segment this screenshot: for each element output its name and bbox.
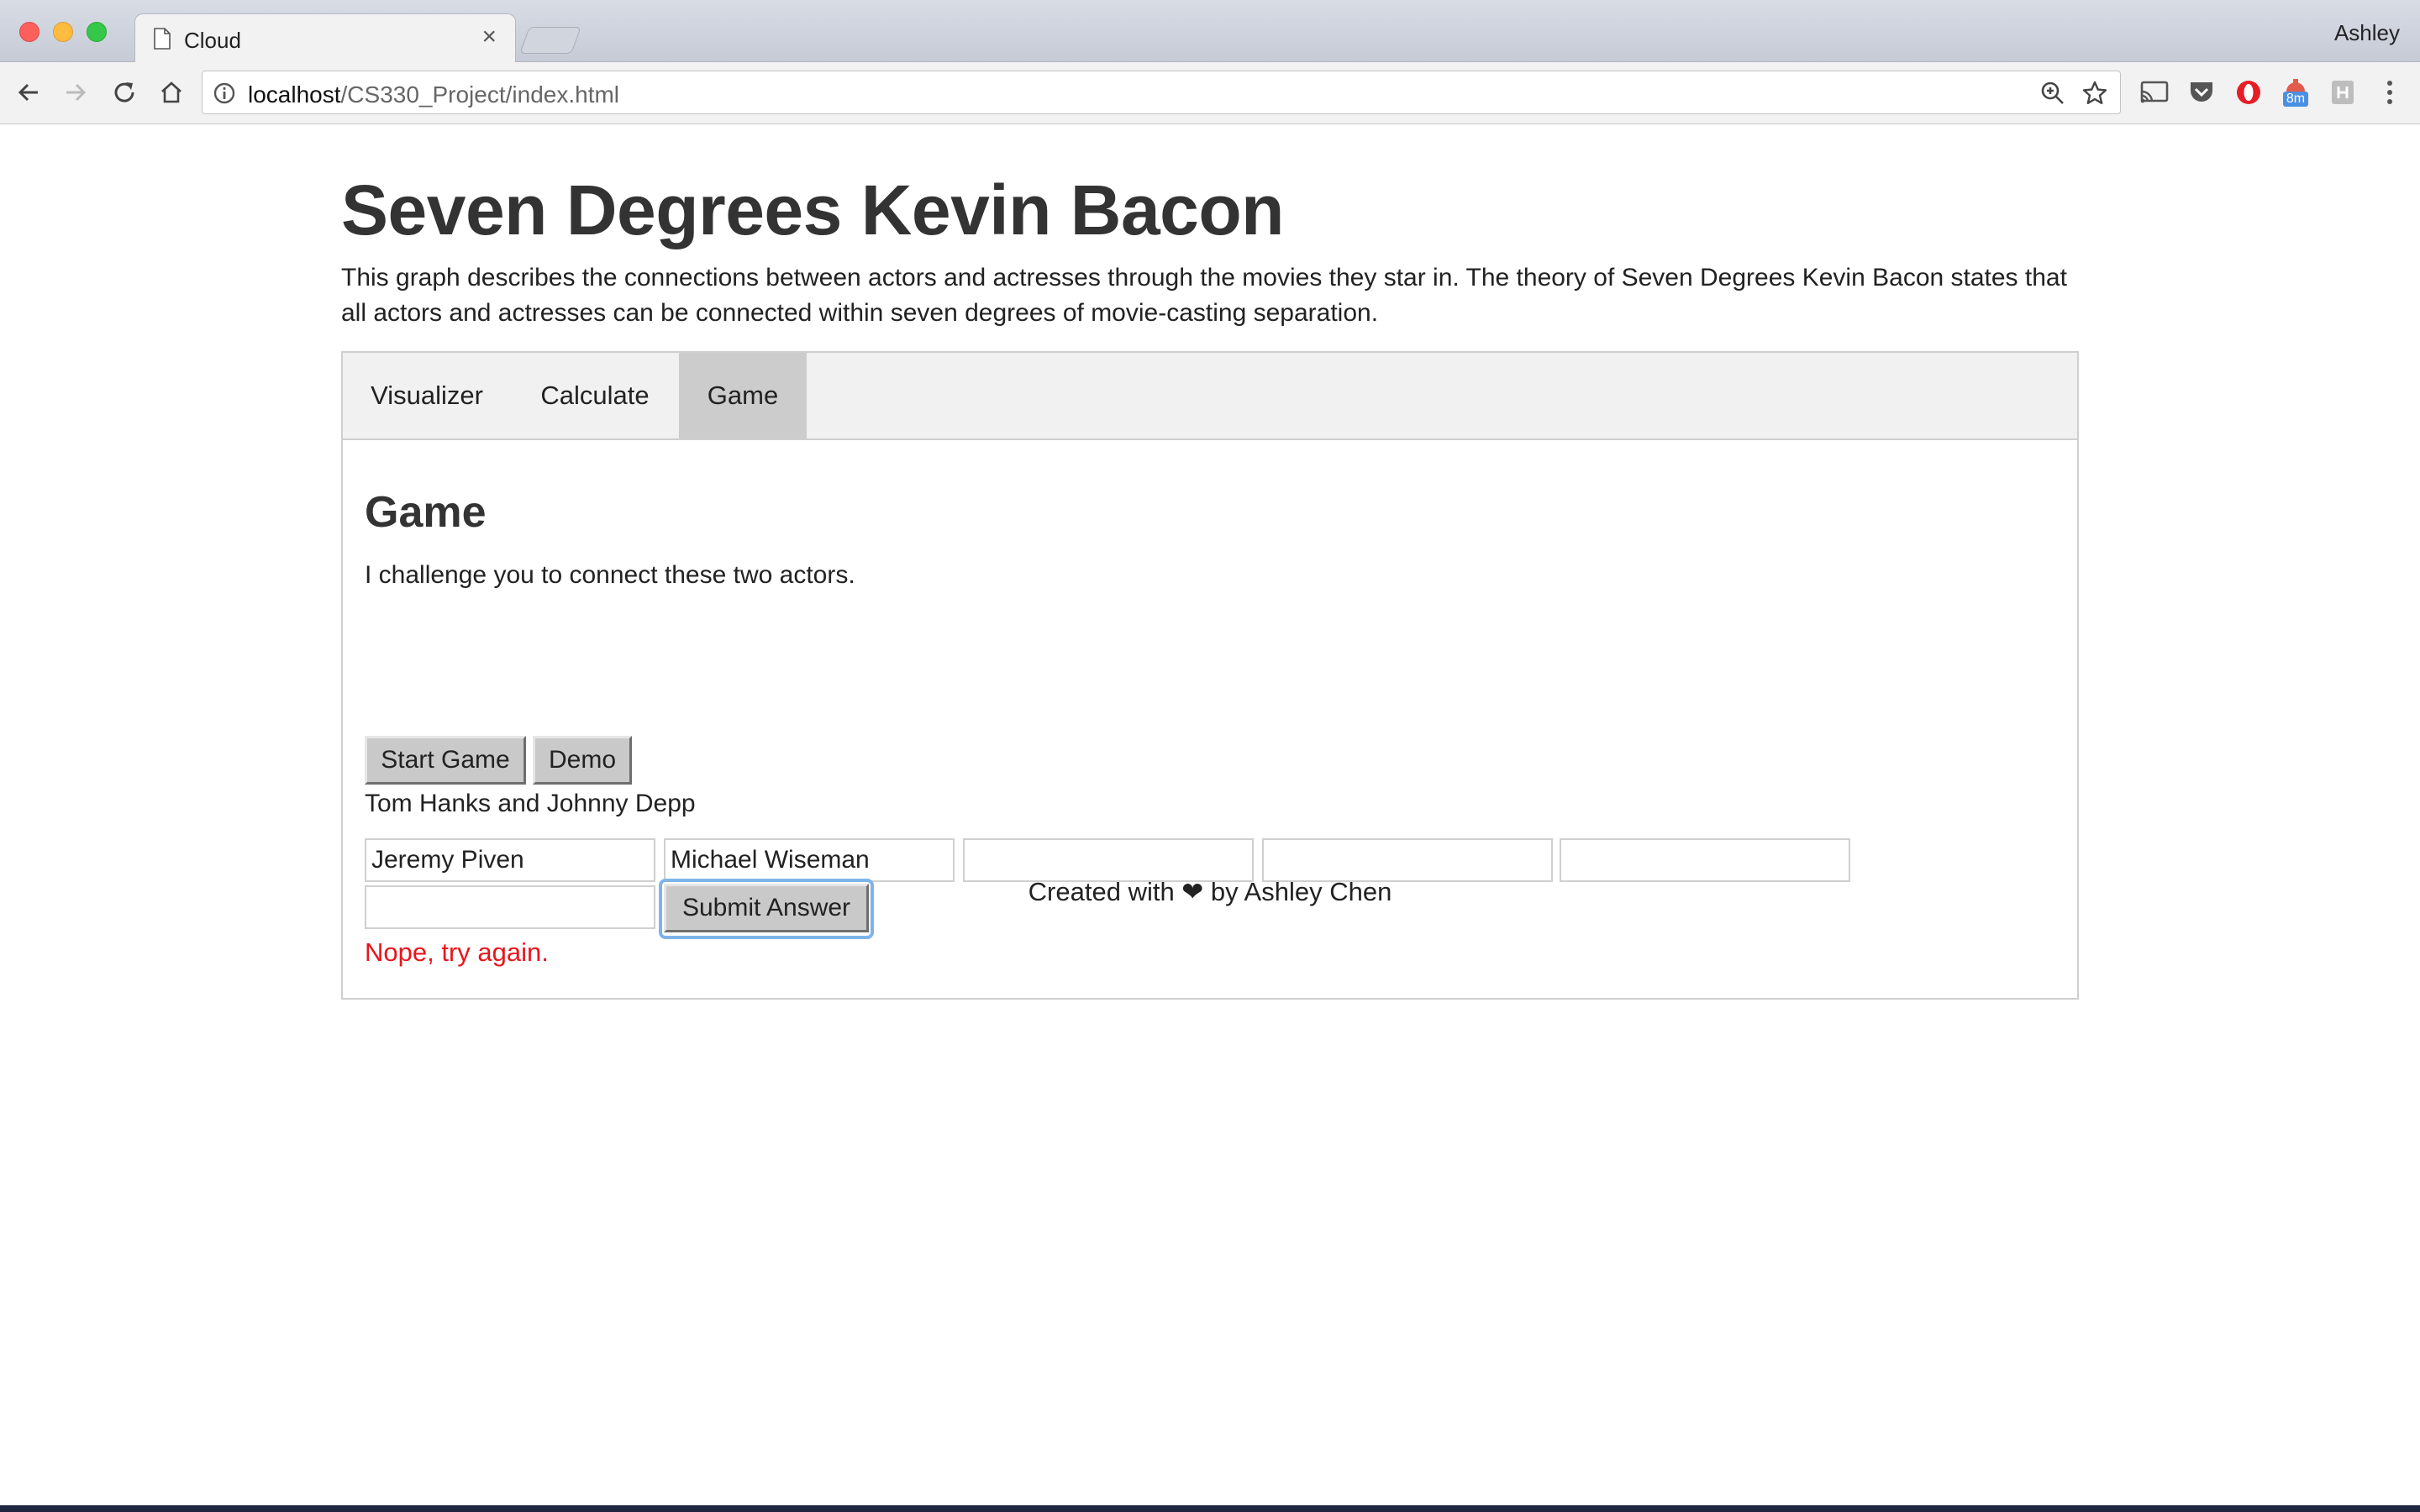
tab-bar: Visualizer Calculate Game [343,353,2077,440]
reload-button[interactable] [108,76,141,109]
footer-credit: Created with ❤ by Ashley Chen [1028,877,1392,906]
extension-icon[interactable] [2328,77,2358,108]
answer-field-5[interactable] [1560,838,1850,882]
browser-toolbar: localhost/CS330_Project/index.html 8m [0,62,2420,124]
timer-extension-icon[interactable]: 8m [2281,77,2311,108]
zoom-window-button[interactable] [87,22,107,42]
answer-field-1[interactable] [365,838,655,882]
url-host: localhost [248,81,341,108]
game-heading: Game [365,488,487,537]
back-arrow-icon [18,83,38,102]
home-icon [161,81,182,103]
reload-icon [114,82,134,102]
browser-window: Cloud × Ashley localhost/CS330_Project/i… [0,0,2420,1505]
page-content: Seven Degrees Kevin Bacon This graph des… [0,124,2420,1505]
zoom-icon[interactable] [2039,80,2066,107]
page-icon [154,28,171,50]
home-button[interactable] [155,76,188,109]
page-title: Seven Degrees Kevin Bacon [341,171,1285,249]
url-text: localhost/CS330_Project/index.html [248,81,619,108]
url-path: /CS330_Project/index.html [340,81,620,108]
tab-close-icon[interactable]: × [481,24,497,50]
tab-strip: Cloud × Ashley [0,0,2420,64]
start-game-button[interactable]: Start Game [365,736,526,785]
menu-dots-icon[interactable] [2375,77,2405,108]
bookmark-star-icon[interactable] [2081,80,2108,107]
info-icon[interactable] [213,81,236,105]
answer-field-3[interactable] [963,838,1254,882]
cast-icon[interactable] [2139,77,2170,108]
address-bar[interactable]: localhost/CS330_Project/index.html [202,71,2121,114]
forward-button[interactable] [59,76,92,109]
browser-tab[interactable]: Cloud × [134,13,516,64]
timer-badge: 8m [2282,92,2309,107]
close-window-button[interactable] [19,22,39,42]
new-tab-button[interactable] [519,27,581,54]
intro-paragraph: This graph describes the connections bet… [341,264,2067,327]
tab-calculate[interactable]: Calculate [511,353,679,438]
pocket-icon[interactable] [2186,77,2217,108]
demo-button[interactable]: Demo [533,736,632,785]
profile-name[interactable]: Ashley [2334,20,2400,46]
opera-icon[interactable] [2233,77,2264,108]
tab-visualizer[interactable]: Visualizer [343,353,511,438]
feedback-message: Nope, try again. [365,937,549,967]
forward-arrow-icon [66,83,87,102]
actor-pair: Tom Hanks and Johnny Depp [365,790,696,817]
answer-field-4[interactable] [1262,838,1553,882]
back-button[interactable] [12,76,45,109]
tab-game[interactable]: Game [679,353,807,438]
game-description: I challenge you to connect these two act… [365,561,855,589]
minimize-window-button[interactable] [53,22,73,42]
tab-title: Cloud [184,28,241,53]
answer-field-2[interactable] [664,838,955,882]
